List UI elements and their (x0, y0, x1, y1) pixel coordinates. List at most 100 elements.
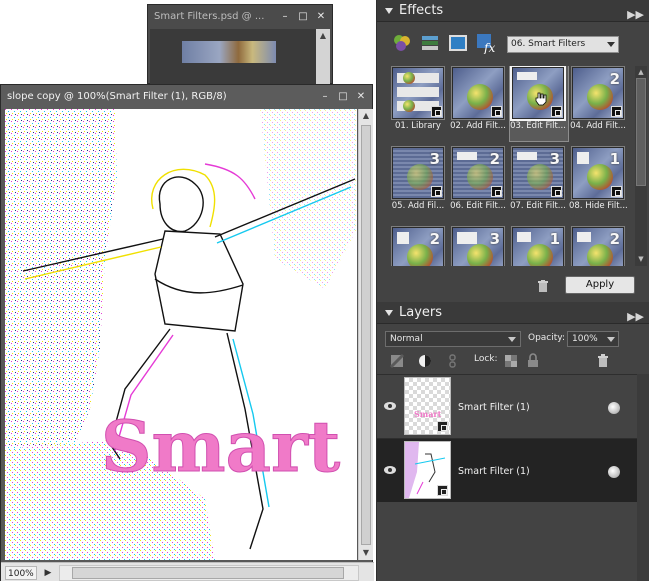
close-button[interactable]: ✕ (314, 10, 328, 24)
main-window-title[interactable]: slope copy @ 100%(Smart Filter (1), RGB/… (1, 85, 372, 109)
effect-item[interactable]: 3 07. Edit Filt... (509, 146, 567, 224)
effect-item[interactable]: 01. Library (389, 66, 447, 144)
scroll-up-icon[interactable]: ▲ (316, 29, 330, 43)
lock-all-icon[interactable] (525, 353, 541, 369)
smart-filter-badge-icon (551, 106, 562, 117)
effect-label: 03. Edit Filt... (510, 121, 566, 131)
layer-row-selected[interactable]: Smart Filter (1) (377, 438, 649, 502)
all-effects-icon[interactable]: fx (475, 32, 497, 54)
vertical-scroll-thumb[interactable] (361, 125, 371, 545)
apply-button[interactable]: Apply (565, 276, 635, 294)
effect-item[interactable]: 2 (569, 226, 627, 266)
chevron-down-icon (607, 42, 615, 47)
effects-scrollbar[interactable]: ▲ ▼ (635, 66, 647, 266)
visibility-eye-icon[interactable] (383, 465, 397, 475)
effect-number: 2 (489, 150, 500, 168)
collapse-triangle-icon[interactable] (385, 8, 393, 14)
effect-label: 08. Hide Filt... (569, 201, 627, 211)
effect-item[interactable]: 2 04. Add Filt... (569, 66, 627, 144)
smart-filter-icon[interactable] (608, 466, 620, 478)
effect-number: 1 (549, 230, 560, 248)
main-document-window[interactable]: slope copy @ 100%(Smart Filter (1), RGB/… (0, 84, 374, 581)
new-layer-icon[interactable] (389, 353, 405, 369)
status-bar: 100% ▶ (1, 562, 374, 581)
effect-item[interactable]: 1 08. Hide Filt... (569, 146, 627, 224)
layers-title: Layers (399, 305, 443, 320)
link-icon[interactable] (445, 353, 461, 369)
effect-number: 2 (429, 230, 440, 248)
effect-item[interactable]: 3 05. Add Fil... (389, 146, 447, 224)
canvas-artwork: Smart (5, 109, 357, 560)
layer-name[interactable]: Smart Filter (1) (458, 402, 530, 413)
back-vertical-scrollbar[interactable]: ▲ (316, 29, 330, 85)
effect-item[interactable]: 2 (389, 226, 447, 266)
horizontal-scroll-thumb[interactable] (72, 567, 344, 579)
effects-category-select[interactable]: 06. Smart Filters (507, 36, 619, 53)
panel-bin: Effects ▶▶ fx 06. Smart Filters 01. Libr… (376, 0, 649, 581)
effect-thumbnail: 2 (571, 226, 625, 266)
effect-number: 3 (429, 150, 440, 168)
layers-panel-header[interactable]: Layers ▶▶ (377, 302, 649, 324)
effect-item[interactable]: 1 (509, 226, 567, 266)
effect-item[interactable]: 3 (449, 226, 507, 266)
chevron-down-icon (508, 337, 516, 342)
main-window-controls: – □ ✕ (318, 90, 368, 104)
category-value: 06. Smart Filters (511, 39, 586, 49)
photo-effects-icon[interactable] (447, 32, 469, 54)
minimize-button[interactable]: – (278, 10, 292, 24)
effect-label: 07. Edit Filt... (510, 201, 566, 211)
effect-label: 02. Add Filt... (450, 121, 506, 131)
effect-thumbnail (451, 66, 505, 120)
maximize-button[interactable]: □ (336, 90, 350, 104)
blend-mode-select[interactable]: Normal (385, 331, 521, 347)
opacity-value: 100% (572, 334, 598, 344)
effect-thumbnail: 2 (391, 226, 445, 266)
effect-item[interactable]: 02. Add Filt... (449, 66, 507, 144)
layer-name[interactable]: Smart Filter (1) (458, 466, 530, 477)
smart-filter-icon[interactable] (608, 402, 620, 414)
horizontal-scrollbar[interactable] (59, 565, 359, 581)
effects-grid: 01. Library 02. Add Filt... 03. Edit Fil… (387, 66, 637, 266)
zoom-field[interactable]: 100% (5, 566, 37, 580)
smart-object-badge-icon (437, 421, 448, 432)
trash-icon[interactable] (536, 279, 550, 293)
trash-icon[interactable] (595, 353, 611, 369)
effects-toolbar: fx 06. Smart Filters (377, 25, 649, 61)
layers-toolbar: Lock: (377, 350, 649, 372)
effect-number: 2 (609, 70, 620, 88)
close-button[interactable]: ✕ (354, 90, 368, 104)
effect-number: 3 (549, 150, 560, 168)
scroll-down-icon[interactable]: ▼ (636, 254, 646, 264)
collapse-triangle-icon[interactable] (385, 310, 393, 316)
document-canvas[interactable]: Smart (5, 109, 357, 560)
scroll-up-icon[interactable]: ▲ (636, 67, 646, 77)
lock-transparency-icon[interactable] (503, 353, 519, 369)
visibility-eye-icon[interactable] (383, 401, 397, 411)
scroll-down-icon[interactable]: ▼ (359, 546, 373, 560)
filters-icon[interactable] (391, 32, 413, 54)
effect-item[interactable]: 2 06. Edit Filt... (449, 146, 507, 224)
hand-cursor-icon (535, 92, 547, 106)
panel-menu-icon[interactable]: ▶▶ (627, 306, 644, 328)
status-menu-icon[interactable]: ▶ (41, 566, 55, 580)
layer-styles-icon[interactable] (419, 32, 441, 54)
opacity-field[interactable]: 100% (567, 331, 619, 347)
adjustment-layer-icon[interactable] (417, 353, 433, 369)
scroll-up-icon[interactable]: ▲ (359, 109, 373, 123)
maximize-button[interactable]: □ (296, 10, 310, 24)
smart-filter-badge-icon (431, 186, 442, 197)
vertical-scrollbar[interactable]: ▲ ▼ (358, 109, 373, 560)
panel-menu-icon[interactable]: ▶▶ (627, 4, 644, 26)
back-document-window[interactable]: Smart Filters.psd @ ... – □ ✕ ▲ (147, 4, 333, 85)
layer-row[interactable]: Smart Smart Filter (1) (377, 374, 649, 438)
effect-thumbnail: 3 (391, 146, 445, 200)
minimize-button[interactable]: – (318, 90, 332, 104)
effect-thumbnail: 3 (511, 146, 565, 200)
effects-panel-header[interactable]: Effects ▶▶ (377, 0, 649, 22)
layers-scrollbar[interactable] (637, 374, 649, 581)
effect-item-selected[interactable]: 03. Edit Filt... (509, 66, 569, 144)
layers-list: Smart Smart Filter (1) Smart Filter (1) (377, 374, 649, 514)
effects-scroll-thumb[interactable] (636, 78, 646, 186)
effects-title: Effects (399, 3, 444, 18)
blend-mode-value: Normal (390, 334, 423, 344)
